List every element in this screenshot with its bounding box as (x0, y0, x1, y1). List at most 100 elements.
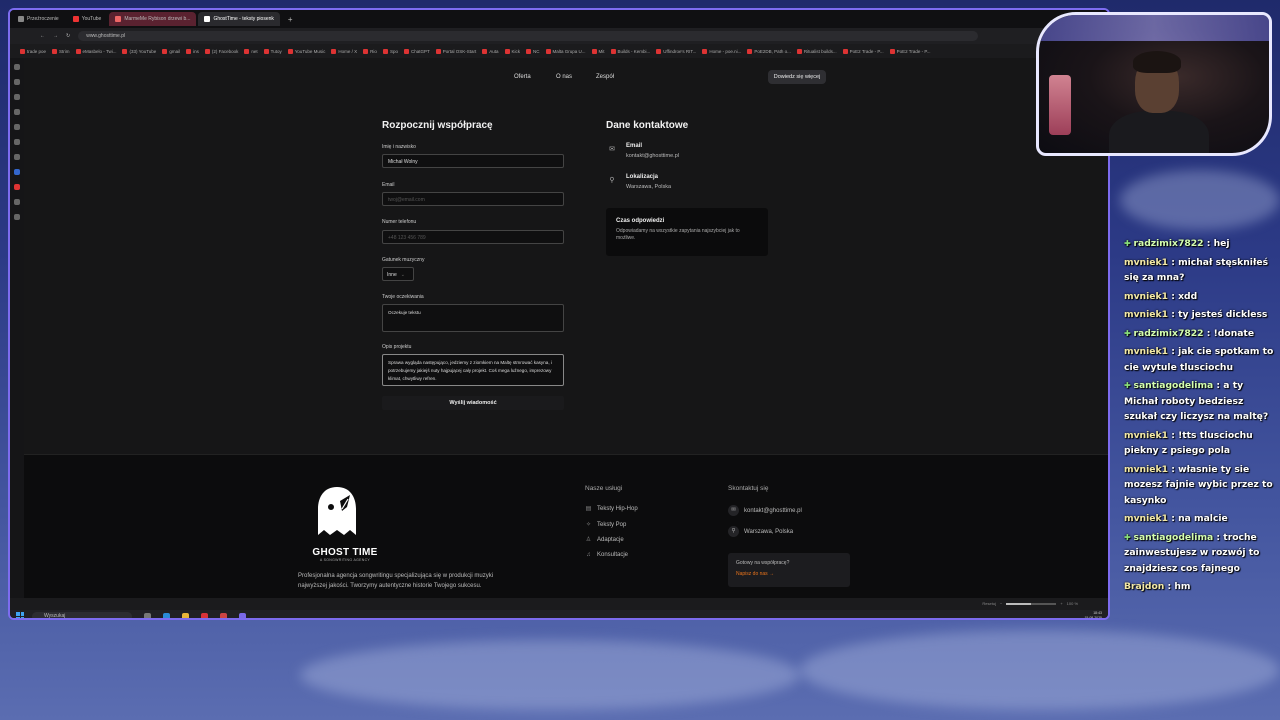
nav-link-o-nas[interactable]: O nas (556, 74, 572, 80)
chat-username: santiagodelima (1133, 380, 1214, 391)
bookmark-item[interactable]: Malta Grupa U... (545, 48, 586, 54)
response-text: Odpowiadamy na wszystkie zapytania najsz… (616, 228, 740, 241)
edge-icon[interactable] (163, 612, 170, 618)
discord-icon[interactable] (239, 612, 246, 618)
nav-link-oferta[interactable]: Oferta (514, 74, 531, 80)
bookmark-favicon-icon (363, 48, 369, 54)
bookmark-favicon-icon (504, 48, 510, 54)
bookmark-item[interactable]: Rio (363, 48, 377, 54)
bookmark-item[interactable]: Kick (504, 48, 520, 54)
bookmark-item[interactable]: Home - poe.ni... (702, 48, 741, 54)
footer-email-link[interactable]: ✉ kontakt@ghosttime.pl (728, 505, 802, 516)
subscriber-badge-icon: ✚ (1124, 239, 1134, 248)
new-tab-button[interactable]: + (282, 12, 299, 26)
learn-more-button[interactable]: Dowiedz się więcej (768, 70, 826, 84)
bookmark-favicon-icon (244, 48, 250, 54)
zoom-slider[interactable] (1006, 602, 1057, 605)
bookmark-item[interactable]: Uffindroe's RIT... (656, 48, 696, 54)
bookmark-item[interactable]: Builds - Kembi... (610, 48, 650, 54)
browser-sidebar (10, 58, 24, 598)
name-input[interactable]: Michał Wolny (382, 154, 564, 168)
bookmark-item[interactable]: trade poe (20, 48, 47, 54)
bookmark-item[interactable]: Strim (52, 48, 70, 54)
bookmark-item[interactable]: YouTube Music (287, 48, 325, 54)
expectations-textarea[interactable]: Oczekuje tekstu (382, 304, 564, 332)
sidebar-icon[interactable] (14, 94, 20, 100)
service-link-adaptations[interactable]: ♙ Adaptacje (585, 536, 624, 544)
bookmark-item[interactable]: Ritualist builds... (796, 48, 837, 54)
send-message-button[interactable]: Wyślij wiadomość (382, 396, 564, 410)
chat-message: mvniek1 : xdd (1124, 290, 1198, 302)
email-input[interactable]: twoj@email.com (382, 192, 564, 206)
bookmark-item[interactable]: Auta (482, 48, 499, 54)
bookmark-item[interactable]: eMasbelo - Twi... (75, 48, 116, 54)
write-to-us-link[interactable]: Napisz do nas → (736, 571, 842, 577)
mail-icon: ✉ (728, 505, 739, 516)
zoom-plus-icon[interactable]: + (1060, 601, 1062, 606)
sidebar-icon[interactable] (14, 139, 20, 145)
nav-link-zespol[interactable]: Zespół (596, 74, 614, 80)
task-view-icon[interactable] (144, 612, 151, 618)
folder-icon[interactable] (182, 612, 189, 618)
browser-window: Przeźroczenie YouTube MarmeMe Rybison dr… (8, 8, 1110, 620)
back-icon[interactable]: ← (40, 33, 45, 39)
phone-input[interactable]: +48 123 456 789 (382, 230, 564, 244)
bookmark-item[interactable]: Spo (382, 48, 398, 54)
service-link-pop[interactable]: ✧ Teksty Pop (585, 521, 626, 529)
sidebar-icon[interactable] (14, 169, 20, 175)
sidebar-icon[interactable] (14, 109, 20, 115)
bookmark-item[interactable]: ChatGPT (403, 48, 430, 54)
bookmark-item[interactable]: Tutoy (263, 48, 282, 54)
service-link-consulting[interactable]: ♫ Konsultacje (585, 552, 628, 558)
chat-username: mvniek1 (1124, 513, 1168, 524)
bookmark-label: PoE2 Trade - P... (896, 48, 931, 54)
location-pin-icon: ⚲ (609, 177, 615, 184)
chat-message: mvniek1 : !tts tlusciochu piekny z psieg… (1124, 429, 1253, 457)
bookmark-item[interactable]: (33) YouTube (122, 48, 156, 54)
bookmark-item[interactable]: gmail (162, 48, 180, 54)
project-textarea[interactable]: Sprawa wygląda następująco, jedziemy z z… (382, 354, 564, 386)
tab-3[interactable]: MarmeMe Rybison drzewi b... (109, 12, 197, 26)
bookmark-item[interactable]: Home / X (331, 48, 357, 54)
tab-4[interactable]: GhostTime - teksty piosenk (198, 12, 280, 26)
bookmark-label: Auta (489, 48, 499, 54)
tab-2[interactable]: YouTube (67, 12, 108, 26)
taskbar-search[interactable]: Wyszukaj (32, 611, 132, 618)
service-link-hiphop[interactable]: ▤ Teksty Hip-Hop (585, 505, 638, 513)
windows-start-icon[interactable] (16, 612, 24, 618)
sidebar-icon[interactable] (14, 64, 20, 70)
bookmark-favicon-icon (610, 48, 616, 54)
bookmark-item[interactable]: Mit (591, 48, 605, 54)
bookmark-item[interactable]: PoE2 Trade - P... (889, 48, 931, 54)
reload-icon[interactable]: ↻ (66, 33, 70, 39)
service-label: Konsultacje (597, 552, 629, 558)
opera-icon[interactable] (201, 612, 208, 618)
forward-icon[interactable]: → (53, 33, 58, 39)
bookmark-item[interactable]: PoE2DB, Path o... (747, 48, 791, 54)
bookmark-label: PoE2 Trade - P... (849, 48, 884, 54)
url-input[interactable]: www.ghosttime.pl (78, 31, 979, 41)
name-label: Imię i nazwisko (382, 144, 416, 150)
bookmark-item[interactable]: PoE2 Trade - P... (842, 48, 884, 54)
zoom-minus-icon[interactable]: − (1000, 601, 1002, 606)
zoom-control: Resetuj − + 100 % (982, 601, 1078, 606)
bookmark-favicon-icon (482, 48, 488, 54)
subscriber-badge-icon: ✚ (1124, 381, 1134, 390)
contact-email-value[interactable]: kontakt@ghosttime.pl (626, 153, 679, 159)
sidebar-icon[interactable] (14, 214, 20, 220)
bookmark-item[interactable]: NC (526, 48, 540, 54)
sidebar-icon[interactable] (14, 184, 20, 190)
sidebar-icon[interactable] (14, 154, 20, 160)
bookmark-item[interactable]: (2) Facebook (204, 48, 238, 54)
zoom-reset-button[interactable]: Resetuj (982, 601, 996, 606)
sidebar-icon[interactable] (14, 79, 20, 85)
bookmark-item[interactable]: Portal OSK-Start (435, 48, 476, 54)
app-icon[interactable] (220, 612, 227, 618)
sidebar-icon[interactable] (14, 124, 20, 130)
bookmark-item[interactable]: ins (186, 48, 199, 54)
genre-select[interactable]: Inne ⌄ (382, 267, 414, 281)
bookmark-item[interactable]: net (244, 48, 258, 54)
bookmark-label: trade poe (27, 48, 47, 54)
tab-1[interactable]: Przeźroczenie (12, 12, 65, 26)
sidebar-icon[interactable] (14, 199, 20, 205)
